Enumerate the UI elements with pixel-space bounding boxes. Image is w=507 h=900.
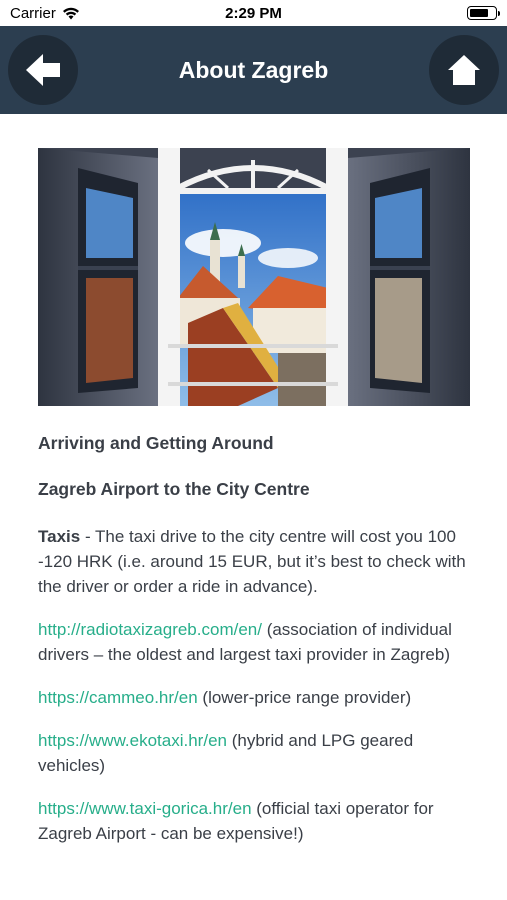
arrow-left-icon [26, 54, 60, 86]
section-heading-arriving: Arriving and Getting Around [38, 433, 274, 453]
taxis-paragraph: Taxis - The taxi drive to the city centr… [38, 524, 469, 599]
link-paragraph-radiotaxi: http://radiotaxizagreb.com/en/ (associat… [38, 617, 469, 667]
cammeo-link[interactable]: https://cammeo.hr/en [38, 688, 198, 707]
link-paragraph-ekotaxi: https://www.ekotaxi.hr/en (hybrid and LP… [38, 728, 469, 778]
cammeo-desc: (lower-price range provider) [197, 688, 412, 707]
carrier-label: Carrier [10, 4, 56, 22]
taxis-text: - The taxi drive to the city centre will… [38, 527, 466, 596]
home-button[interactable] [429, 35, 499, 105]
battery-icon [467, 6, 500, 20]
page-title: About Zagreb [178, 56, 329, 83]
taxis-label: Taxis [38, 527, 81, 546]
link-paragraph-taxi-gorica: https://www.taxi-gorica.hr/en (official … [38, 796, 469, 846]
home-icon [448, 55, 480, 85]
zagreb-window-photo [38, 148, 470, 406]
status-bar: Carrier 2:29 PM [0, 0, 507, 26]
wifi-icon [62, 7, 79, 19]
back-button[interactable] [8, 35, 78, 105]
radiotaxi-link[interactable]: http://radiotaxizagreb.com/en/ [38, 620, 262, 639]
navbar: About Zagreb [0, 26, 507, 114]
section-heading-airport: Zagreb Airport to the City Centre [38, 479, 310, 499]
status-left: Carrier [10, 5, 80, 22]
taxi-gorica-link[interactable]: https://www.taxi-gorica.hr/en [38, 799, 252, 818]
link-paragraph-cammeo: https://cammeo.hr/en (lower-price range … [38, 685, 469, 710]
ekotaxi-link[interactable]: https://www.ekotaxi.hr/en [38, 731, 227, 750]
article-content: Arriving and Getting Around Zagreb Airpo… [0, 114, 507, 900]
battery-level [470, 9, 488, 17]
